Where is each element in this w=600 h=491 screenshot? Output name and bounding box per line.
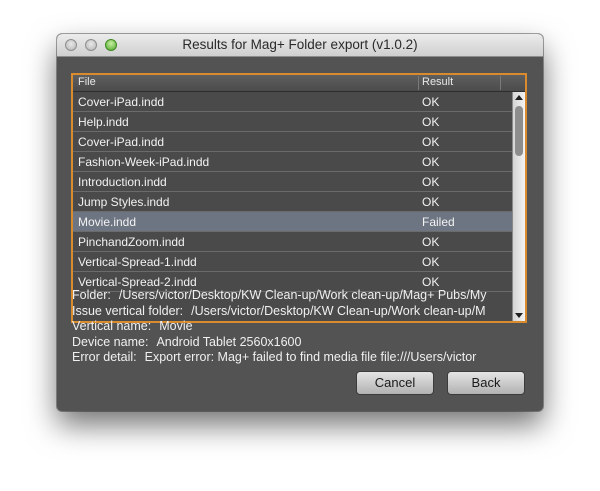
- vertical-name-detail: Vertical name: Movie: [72, 319, 532, 335]
- table-row[interactable]: PinchandZoom.indd OK: [73, 232, 514, 252]
- result-cell: OK: [422, 175, 440, 189]
- table-row[interactable]: Cover-iPad.indd OK: [73, 132, 514, 152]
- folder-label: Folder:: [72, 288, 111, 302]
- window-title: Results for Mag+ Folder export (v1.0.2): [182, 37, 418, 52]
- issue-folder-label: Issue vertical folder:: [72, 303, 184, 318]
- back-button[interactable]: Back: [447, 371, 525, 395]
- issue-folder-value: /Users/victor/Desktop/KW Clean-up/Work c…: [191, 303, 486, 318]
- file-name-cell: Introduction.indd: [78, 175, 167, 189]
- error-detail-value: Export error: Mag+ failed to find media …: [144, 350, 477, 364]
- vertical-name-label: Vertical name:: [72, 319, 152, 333]
- table-row[interactable]: Jump Styles.indd OK: [73, 192, 514, 212]
- file-name-cell: PinchandZoom.indd: [78, 235, 185, 249]
- column-header-file[interactable]: File: [78, 76, 96, 88]
- error-detail-label: Error detail:: [72, 350, 137, 364]
- details-panel: Folder: /Users/victor/Desktop/KW Clean-up…: [72, 288, 532, 366]
- file-name-cell: Fashion-Week-iPad.indd: [78, 155, 210, 169]
- cancel-button[interactable]: Cancel: [356, 371, 434, 395]
- issue-folder-detail: Issue vertical folder: /Users/victor/Desk…: [72, 304, 532, 320]
- table-row[interactable]: Vertical-Spread-1.indd OK: [73, 252, 514, 272]
- results-table[interactable]: File Result Cover-iPad.indd OK Help.indd OK…: [71, 73, 527, 323]
- file-name-cell: Vertical-Spread-2.indd: [78, 275, 197, 289]
- file-name-cell: Help.indd: [78, 115, 129, 129]
- file-name-cell: Jump Styles.indd: [78, 195, 170, 209]
- result-cell: OK: [422, 95, 440, 109]
- column-divider: [418, 76, 419, 90]
- scroll-up-arrow-icon[interactable]: [515, 95, 523, 100]
- table-body: Cover-iPad.indd OK Help.indd OK Cover-iPad.i…: [73, 92, 514, 321]
- folder-detail: Folder: /Users/victor/Desktop/KW Clean-up…: [72, 288, 532, 304]
- table-row[interactable]: Fashion-Week-iPad.indd OK: [73, 152, 514, 172]
- result-cell: Failed: [422, 215, 455, 229]
- column-divider: [500, 76, 501, 90]
- folder-value: /Users/victor/Desktop/KW Clean-up/Work c…: [118, 288, 487, 302]
- table-row[interactable]: Introduction.indd OK: [73, 172, 514, 192]
- result-cell: OK: [422, 115, 440, 129]
- file-name-cell: Cover-iPad.indd: [78, 135, 165, 149]
- file-name-cell: Cover-iPad.indd: [78, 95, 165, 109]
- table-header: File Result: [73, 75, 525, 92]
- title-bar: Results for Mag+ Folder export (v1.0.2): [57, 34, 543, 57]
- device-name-value: Android Tablet 2560x1600: [156, 334, 302, 349]
- result-cell: OK: [422, 135, 440, 149]
- device-name-detail: Device name: Android Tablet 2560x1600: [72, 335, 532, 351]
- result-cell: OK: [422, 235, 440, 249]
- result-cell: OK: [422, 195, 440, 209]
- error-detail: Error detail: Export error: Mag+ failed t…: [72, 350, 532, 366]
- device-name-label: Device name:: [72, 334, 149, 349]
- vertical-scrollbar[interactable]: [512, 92, 525, 321]
- file-name-cell: Movie.indd: [78, 215, 137, 229]
- result-cell: OK: [422, 255, 440, 269]
- table-row[interactable]: Help.indd OK: [73, 112, 514, 132]
- results-dialog: Results for Mag+ Folder export (v1.0.2) …: [57, 34, 543, 411]
- vertical-name-value: Movie: [159, 319, 193, 333]
- scroll-thumb[interactable]: [515, 106, 523, 156]
- table-row[interactable]: Cover-iPad.indd OK: [73, 92, 514, 112]
- column-header-result[interactable]: Result: [422, 76, 453, 88]
- table-row[interactable]: Movie.indd Failed: [73, 212, 514, 232]
- result-cell: OK: [422, 155, 440, 169]
- file-name-cell: Vertical-Spread-1.indd: [78, 255, 197, 269]
- result-cell: OK: [422, 275, 440, 289]
